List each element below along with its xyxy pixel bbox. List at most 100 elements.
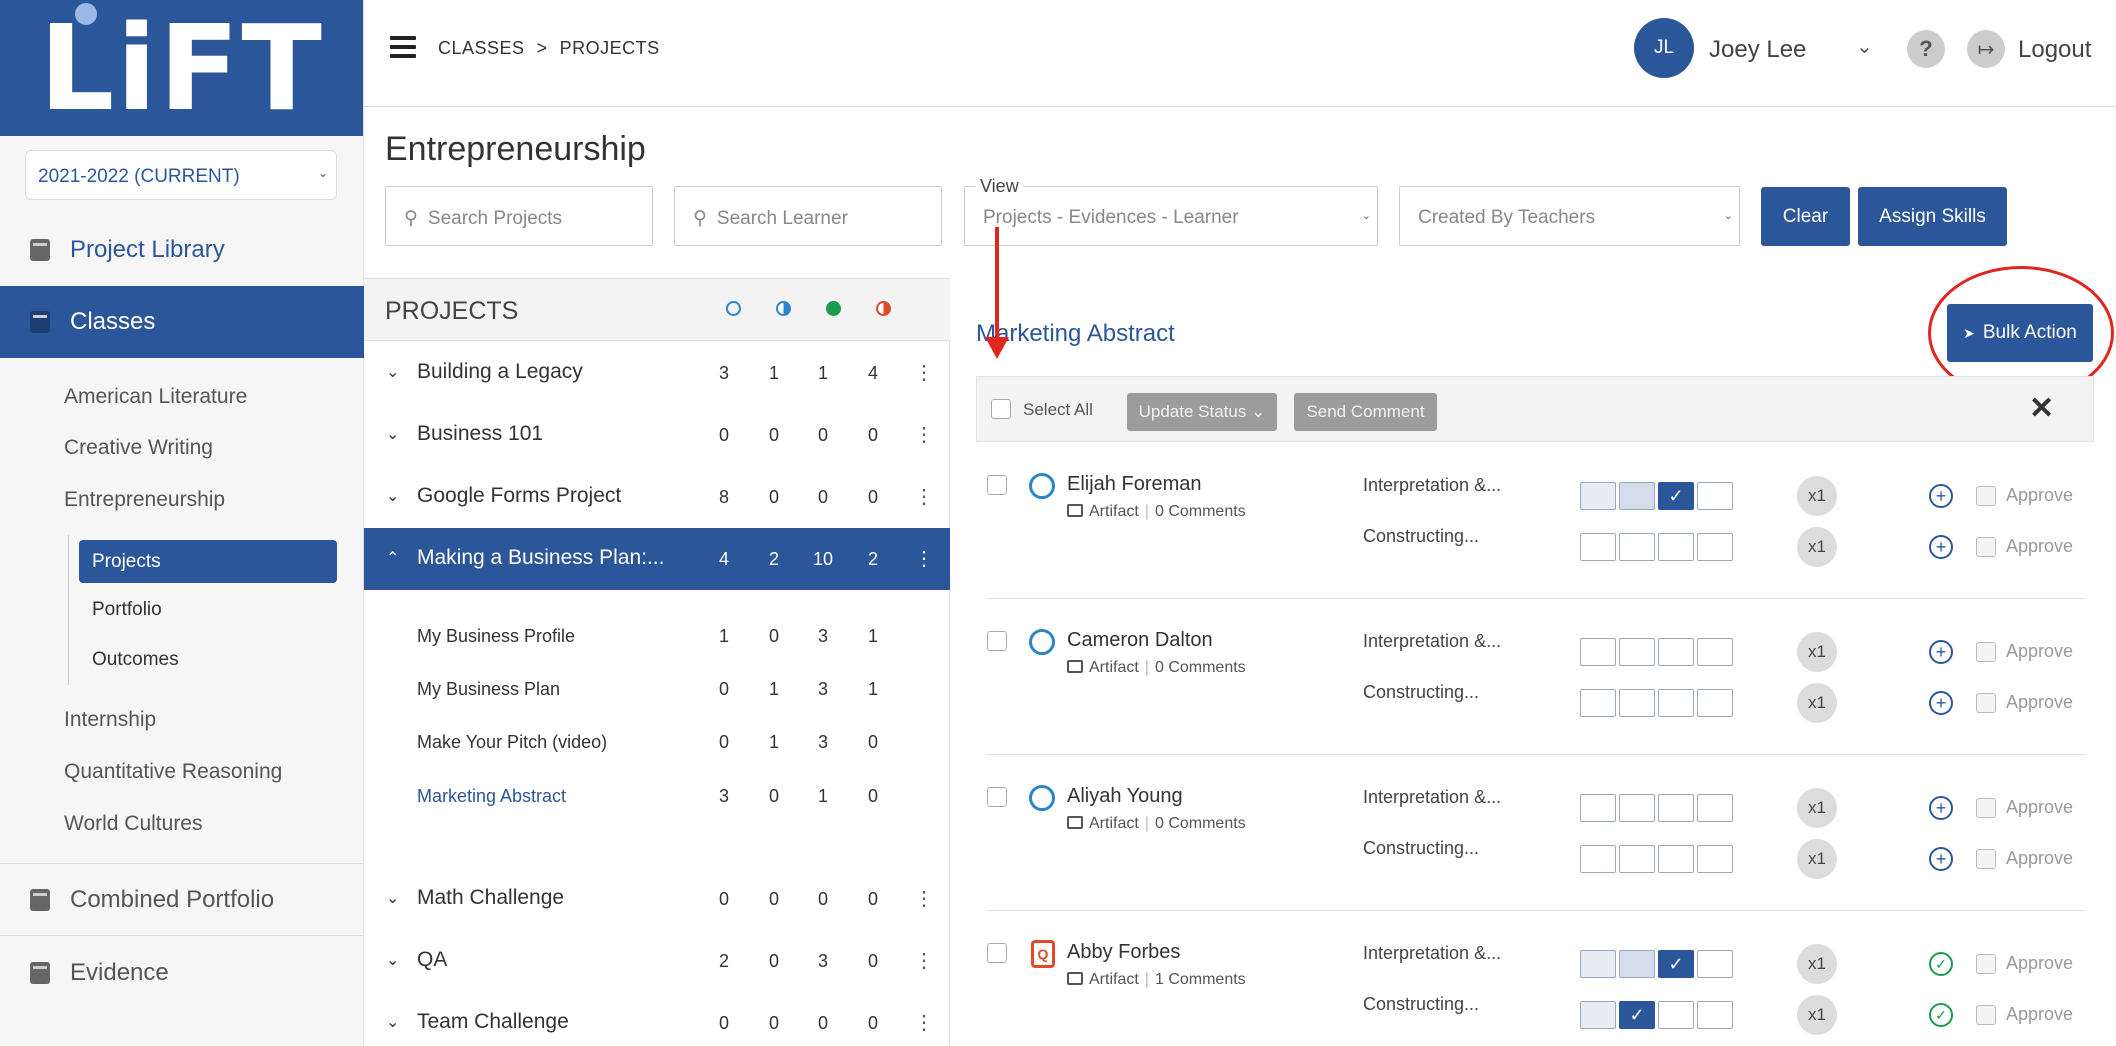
chevron-down-icon[interactable]: ⌄ xyxy=(1856,34,1873,59)
learner-checkbox[interactable] xyxy=(987,631,1007,651)
logout-icon[interactable]: ↦ xyxy=(1967,30,2005,68)
learner-checkbox[interactable] xyxy=(987,787,1007,807)
approve-checkbox[interactable] xyxy=(1976,537,1996,557)
more-options-icon[interactable]: ⋮ xyxy=(914,546,934,571)
avatar[interactable]: JL xyxy=(1634,18,1694,78)
artifact-link[interactable]: Artifact xyxy=(1089,659,1139,676)
learner-checkbox[interactable] xyxy=(987,475,1007,495)
learner-name[interactable]: Abby Forbes xyxy=(1067,941,1180,964)
add-circle-icon[interactable]: + xyxy=(1929,484,1953,508)
help-icon[interactable]: ? xyxy=(1907,30,1945,68)
send-comment-button[interactable]: Send Comment xyxy=(1294,393,1437,431)
select-all-checkbox[interactable] xyxy=(991,399,1011,419)
rating-cell[interactable] xyxy=(1697,845,1733,873)
add-circle-icon[interactable]: + xyxy=(1929,847,1953,871)
chevron-down-icon[interactable]: ⌄ xyxy=(386,362,399,382)
more-options-icon[interactable]: ⋮ xyxy=(914,360,934,385)
sub-item-projects[interactable]: Projects xyxy=(79,540,337,583)
sidebar-item-classes[interactable]: Classes xyxy=(0,286,364,358)
sub-project-row[interactable]: Make Your Pitch (video) 0 1 3 0 xyxy=(364,716,950,768)
chevron-down-icon[interactable]: ⌄ xyxy=(386,1012,399,1032)
add-circle-icon[interactable]: + xyxy=(1929,640,1953,664)
class-item[interactable]: Quantitative Reasoning xyxy=(64,760,282,784)
search-projects-input[interactable]: ⚲ Search Projects xyxy=(385,186,653,246)
comments-link[interactable]: Comments xyxy=(1168,659,1245,676)
sub-project-row[interactable]: Marketing Abstract 3 0 1 0 xyxy=(364,770,950,822)
rating-cell[interactable] xyxy=(1580,533,1616,561)
project-row[interactable]: ⌄ Math Challenge 0 0 0 0 ⋮ xyxy=(364,868,950,930)
rating-cell[interactable] xyxy=(1697,794,1733,822)
rating-cell[interactable] xyxy=(1658,1001,1694,1029)
user-name[interactable]: Joey Lee xyxy=(1709,36,1806,64)
rating-cell[interactable] xyxy=(1658,638,1694,666)
comments-link[interactable]: Comments xyxy=(1168,815,1245,832)
breadcrumb-classes[interactable]: CLASSES xyxy=(438,38,525,58)
artifact-link[interactable]: Artifact xyxy=(1089,815,1139,832)
rating-cell[interactable] xyxy=(1619,794,1655,822)
rating-cell[interactable] xyxy=(1580,689,1616,717)
rating-cell[interactable] xyxy=(1697,638,1733,666)
learner-name[interactable]: Aliyah Young xyxy=(1067,785,1183,808)
rating-cell[interactable] xyxy=(1619,689,1655,717)
rating-cell[interactable] xyxy=(1658,533,1694,561)
approve-checkbox[interactable] xyxy=(1976,798,1996,818)
project-row-selected[interactable]: ⌃ Making a Business Plan:... 4 2 10 2 ⋮ xyxy=(364,528,950,590)
rating-cell[interactable] xyxy=(1580,1001,1616,1029)
rating-cell[interactable] xyxy=(1697,950,1733,978)
chevron-down-icon[interactable]: ⌄ xyxy=(386,486,399,506)
rating-cell[interactable] xyxy=(1580,845,1616,873)
class-item[interactable]: Entrepreneurship xyxy=(64,488,225,512)
more-options-icon[interactable]: ⋮ xyxy=(914,422,934,447)
rating-cell[interactable]: ✓ xyxy=(1619,1001,1655,1029)
rating-cell[interactable]: ✓ xyxy=(1658,950,1694,978)
sidebar-item-combined-portfolio[interactable]: Combined Portfolio xyxy=(0,872,364,928)
sub-project-row[interactable]: My Business Plan 0 1 3 1 xyxy=(364,663,950,715)
rating-cell[interactable] xyxy=(1619,638,1655,666)
class-item[interactable]: Internship xyxy=(64,708,156,732)
add-circle-icon[interactable]: + xyxy=(1929,535,1953,559)
rating-cell[interactable] xyxy=(1658,794,1694,822)
hamburger-menu-icon[interactable] xyxy=(390,36,416,58)
class-item[interactable]: American Literature xyxy=(64,385,247,409)
approve-checkbox[interactable] xyxy=(1976,954,1996,974)
artifact-link[interactable]: Artifact xyxy=(1089,503,1139,520)
sub-project-row[interactable]: My Business Profile 1 0 3 1 xyxy=(364,610,950,662)
approve-checkbox[interactable] xyxy=(1976,1005,1996,1025)
project-row[interactable]: ⌄ QA 2 0 3 0 ⋮ xyxy=(364,930,950,992)
rating-cell[interactable] xyxy=(1580,794,1616,822)
chevron-down-icon[interactable]: ⌄ xyxy=(386,888,399,908)
rating-cell[interactable] xyxy=(1697,533,1733,561)
rating-cell[interactable] xyxy=(1658,845,1694,873)
rating-cell[interactable]: ✓ xyxy=(1658,482,1694,510)
update-status-button[interactable]: Update Status ⌄ xyxy=(1127,393,1277,431)
rating-cell[interactable] xyxy=(1658,689,1694,717)
approve-checkbox[interactable] xyxy=(1976,642,1996,662)
more-options-icon[interactable]: ⋮ xyxy=(914,948,934,973)
class-item[interactable]: World Cultures xyxy=(64,812,203,836)
project-row[interactable]: ⌄ Building a Legacy 3 1 1 4 ⋮ xyxy=(364,342,950,404)
add-circle-icon[interactable]: + xyxy=(1929,691,1953,715)
year-select[interactable]: 2021-2022 (CURRENT) ⌄ xyxy=(25,150,337,200)
close-icon[interactable]: ✕ xyxy=(2029,391,2054,426)
project-row[interactable]: ⌄ Google Forms Project 8 0 0 0 ⋮ xyxy=(364,466,950,528)
clear-button[interactable]: Clear xyxy=(1761,187,1850,246)
lift-logo[interactable]: LiFT xyxy=(0,0,363,136)
project-row[interactable]: ⌄ Business 101 0 0 0 0 ⋮ xyxy=(364,404,950,466)
approve-checkbox[interactable] xyxy=(1976,486,1996,506)
comments-link[interactable]: Comments xyxy=(1168,503,1245,520)
class-item[interactable]: Creative Writing xyxy=(64,436,213,460)
learner-checkbox[interactable] xyxy=(987,943,1007,963)
chevron-down-icon[interactable]: ⌄ xyxy=(386,950,399,970)
search-learner-input[interactable]: ⚲ Search Learner xyxy=(674,186,942,246)
add-circle-icon[interactable]: + xyxy=(1929,796,1953,820)
rating-cell[interactable] xyxy=(1697,689,1733,717)
more-options-icon[interactable]: ⋮ xyxy=(914,1010,934,1035)
logout-link[interactable]: Logout xyxy=(2018,36,2091,64)
rating-cell[interactable] xyxy=(1619,533,1655,561)
created-by-select[interactable]: Created By Teachers ⌄ xyxy=(1399,186,1740,246)
learner-name[interactable]: Cameron Dalton xyxy=(1067,629,1213,652)
sub-item-portfolio[interactable]: Portfolio xyxy=(92,599,162,621)
sidebar-item-project-library[interactable]: Project Library xyxy=(0,222,364,278)
assign-skills-button[interactable]: Assign Skills xyxy=(1858,187,2007,246)
chevron-up-icon[interactable]: ⌃ xyxy=(386,548,399,568)
